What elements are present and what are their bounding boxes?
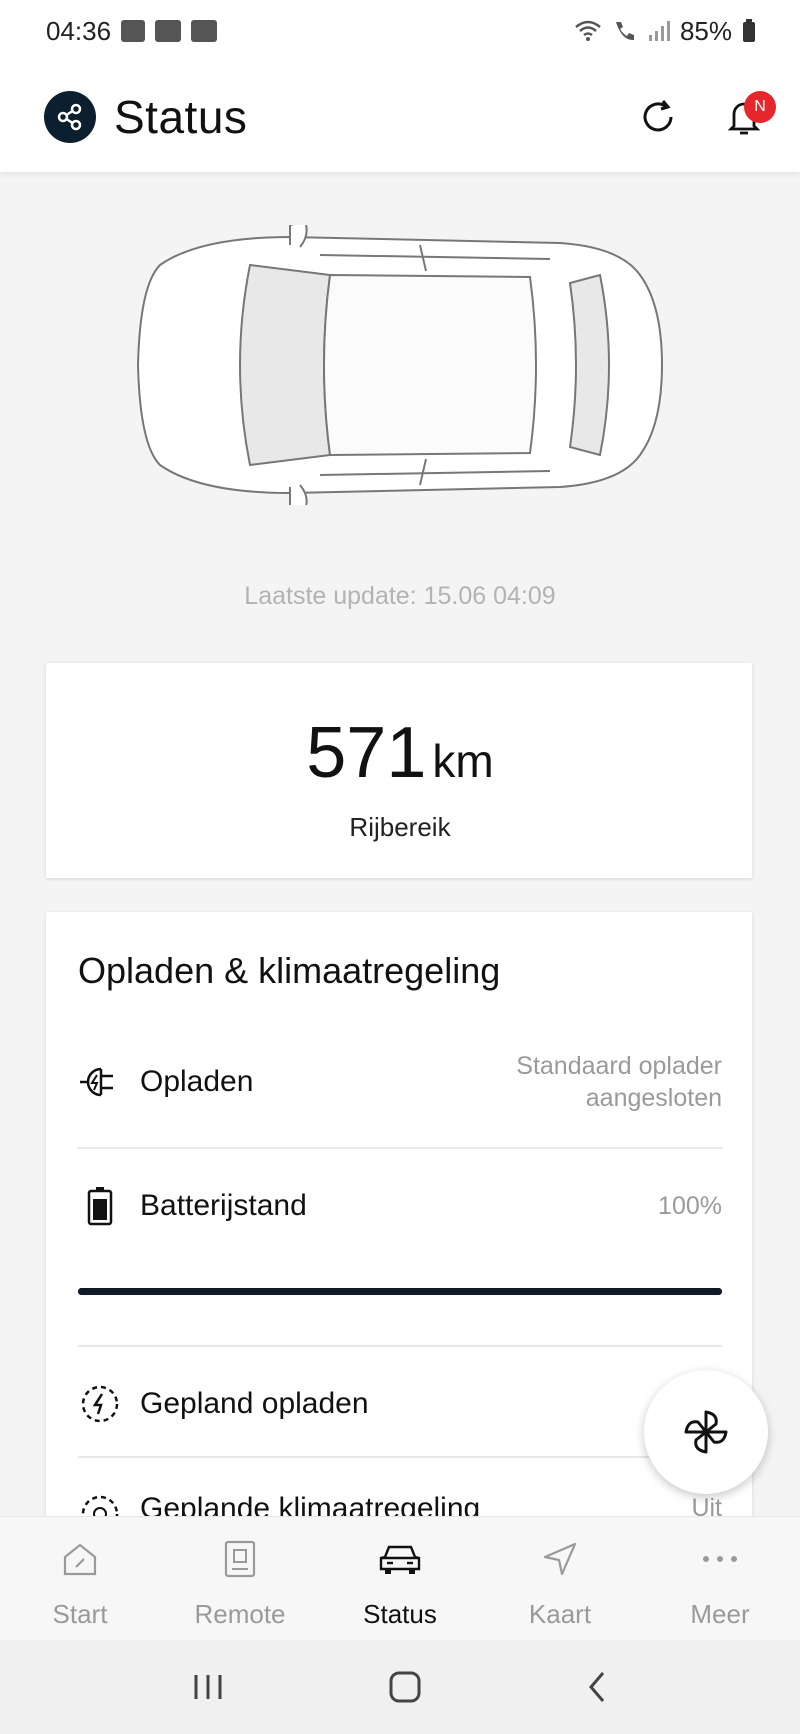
scheduled-charging-label: Gepland opladen (140, 1387, 369, 1420)
vehicle-illustration (136, 225, 664, 505)
system-navigation-bar (0, 1640, 800, 1734)
nav-label: Status (363, 1599, 437, 1629)
climate-fan-button[interactable] (644, 1370, 768, 1494)
charger-plug-icon (78, 1060, 122, 1104)
refresh-icon (643, 100, 673, 132)
home-icon (62, 1537, 98, 1581)
system-status-bar: 04:36 85% (0, 0, 800, 62)
nav-remote[interactable]: Remote (160, 1517, 320, 1640)
wifi-call-icon (615, 22, 634, 41)
nav-label: Kaart (528, 1599, 592, 1629)
scheduled-climate-label: Geplande klimaatregeling (140, 1492, 481, 1516)
notification-badge: N (744, 91, 776, 123)
home-button-icon[interactable] (388, 1670, 422, 1704)
app-notification-icon (155, 20, 182, 42)
charging-row[interactable]: Opladen Standaard oplader aangesloten (78, 1050, 722, 1114)
more-icon (701, 1537, 739, 1581)
recent-apps-icon[interactable] (191, 1672, 225, 1702)
scheduled-climate-icon (78, 1492, 122, 1516)
app-header: Status N (0, 62, 800, 172)
charging-status: Standaard oplader aangesloten (516, 1050, 722, 1114)
refresh-button[interactable] (630, 89, 686, 145)
divider (78, 1345, 722, 1347)
charging-label: Opladen (140, 1065, 254, 1098)
back-icon[interactable] (585, 1670, 609, 1704)
range-number: 571 (306, 713, 427, 793)
app-notification-icon-2 (191, 20, 218, 42)
clock: 04:36 (46, 15, 112, 46)
share-icon[interactable] (44, 91, 96, 143)
nav-meer[interactable]: Meer (640, 1517, 800, 1640)
divider (78, 1456, 722, 1458)
nav-label: Start (52, 1599, 108, 1629)
charging-status-line1: Standaard oplader (516, 1052, 722, 1080)
battery-level-fill (78, 1288, 722, 1295)
divider (78, 1147, 722, 1149)
fan-icon (684, 1410, 728, 1454)
range-label: Rijbereik (349, 812, 451, 842)
battery-row: Batterijstand 100% (78, 1184, 722, 1228)
battery-value: 100% (658, 1192, 722, 1220)
battery-percent: 85% (679, 15, 732, 46)
nav-label: Meer (690, 1599, 750, 1629)
charging-status-line2: aangesloten (585, 1084, 722, 1112)
battery-level-bar (78, 1288, 722, 1295)
signal-icon (648, 21, 670, 41)
notifications-button[interactable]: N (716, 89, 776, 145)
range-unit: km (432, 735, 494, 787)
nav-status[interactable]: Status (320, 1517, 480, 1640)
scheduled-charge-icon (78, 1382, 122, 1426)
last-update-text: Laatste update: 15.06 04:09 (244, 582, 556, 610)
nav-start[interactable]: Start (0, 1517, 160, 1640)
scheduled-climate-row[interactable]: Geplande klimaatregeling Uit (78, 1492, 722, 1516)
car-icon (379, 1537, 421, 1581)
scheduled-climate-value: Uit (691, 1494, 722, 1516)
page-title: Status (114, 91, 248, 143)
battery-icon (78, 1184, 122, 1228)
remote-icon (224, 1537, 256, 1581)
wifi-icon (575, 20, 601, 41)
battery-label: Batterijstand (140, 1189, 307, 1222)
battery-status-icon (743, 19, 755, 42)
navigation-icon (542, 1537, 578, 1581)
gallery-notification-icon (121, 20, 146, 42)
scheduled-charging-row[interactable]: Gepland opladen (78, 1382, 722, 1426)
nav-kaart[interactable]: Kaart (480, 1517, 640, 1640)
bottom-navigation: Start Remote Status Kaart Meer (0, 1516, 800, 1640)
nav-label: Remote (194, 1599, 286, 1629)
section-title: Opladen & klimaatregeling (78, 950, 501, 991)
range-value: 571 km (0, 712, 800, 794)
